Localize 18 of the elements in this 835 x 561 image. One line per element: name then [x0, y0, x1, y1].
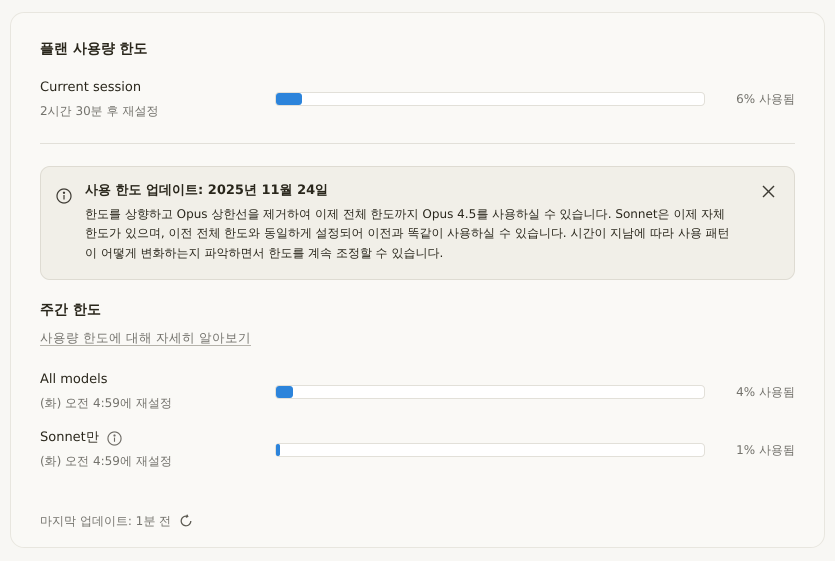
usage-percentage: 4% 사용됨: [735, 384, 795, 401]
limit-name: All models: [40, 371, 108, 390]
usage-percentage: 1% 사용됨: [735, 442, 795, 459]
reset-time: (화) 오전 4:59에 재설정: [40, 453, 173, 470]
notice-text: 한도를 상향하고 Opus 상한선을 제거하여 이제 전체 한도까지 Opus 4.5를 사용하실 수 있습니다. Sonnet은 이제 자체 한도가 있으며, 이전 전체 한도와 동일하게 설정되어 이전과 똑같이 사용하실 수 있습니다. 시간이 지남에 따라 사용 패턴이 어떻게 변화하는지 파악하면서 한도를 계속 조정할 수 있습니다.: [85, 206, 731, 262]
section-title: 주간 한도: [40, 302, 102, 320]
refresh-button[interactable]: [179, 514, 194, 528]
info-icon: [56, 188, 72, 204]
limit-name: Current session: [40, 78, 142, 97]
section-title: 플랜 사용량 한도: [40, 41, 149, 58]
reset-time: 2시간 30분 후 재설정: [40, 102, 160, 120]
learn-more-link[interactable]: 사용량 한도에 대해 자세히 알아보기: [40, 330, 251, 346]
reset-time: (화) 오전 4:59에 재설정: [40, 395, 173, 412]
limit-name: Sonnet만: [40, 429, 99, 448]
notice-title: 사용 한도 업데이트: 2025년 11월 24일: [85, 182, 330, 200]
close-button[interactable]: [762, 184, 775, 198]
usage-percentage: 6% 사용됨: [735, 91, 795, 108]
last-updated-text: 마지막 업데이트: 1분 전: [40, 513, 172, 530]
